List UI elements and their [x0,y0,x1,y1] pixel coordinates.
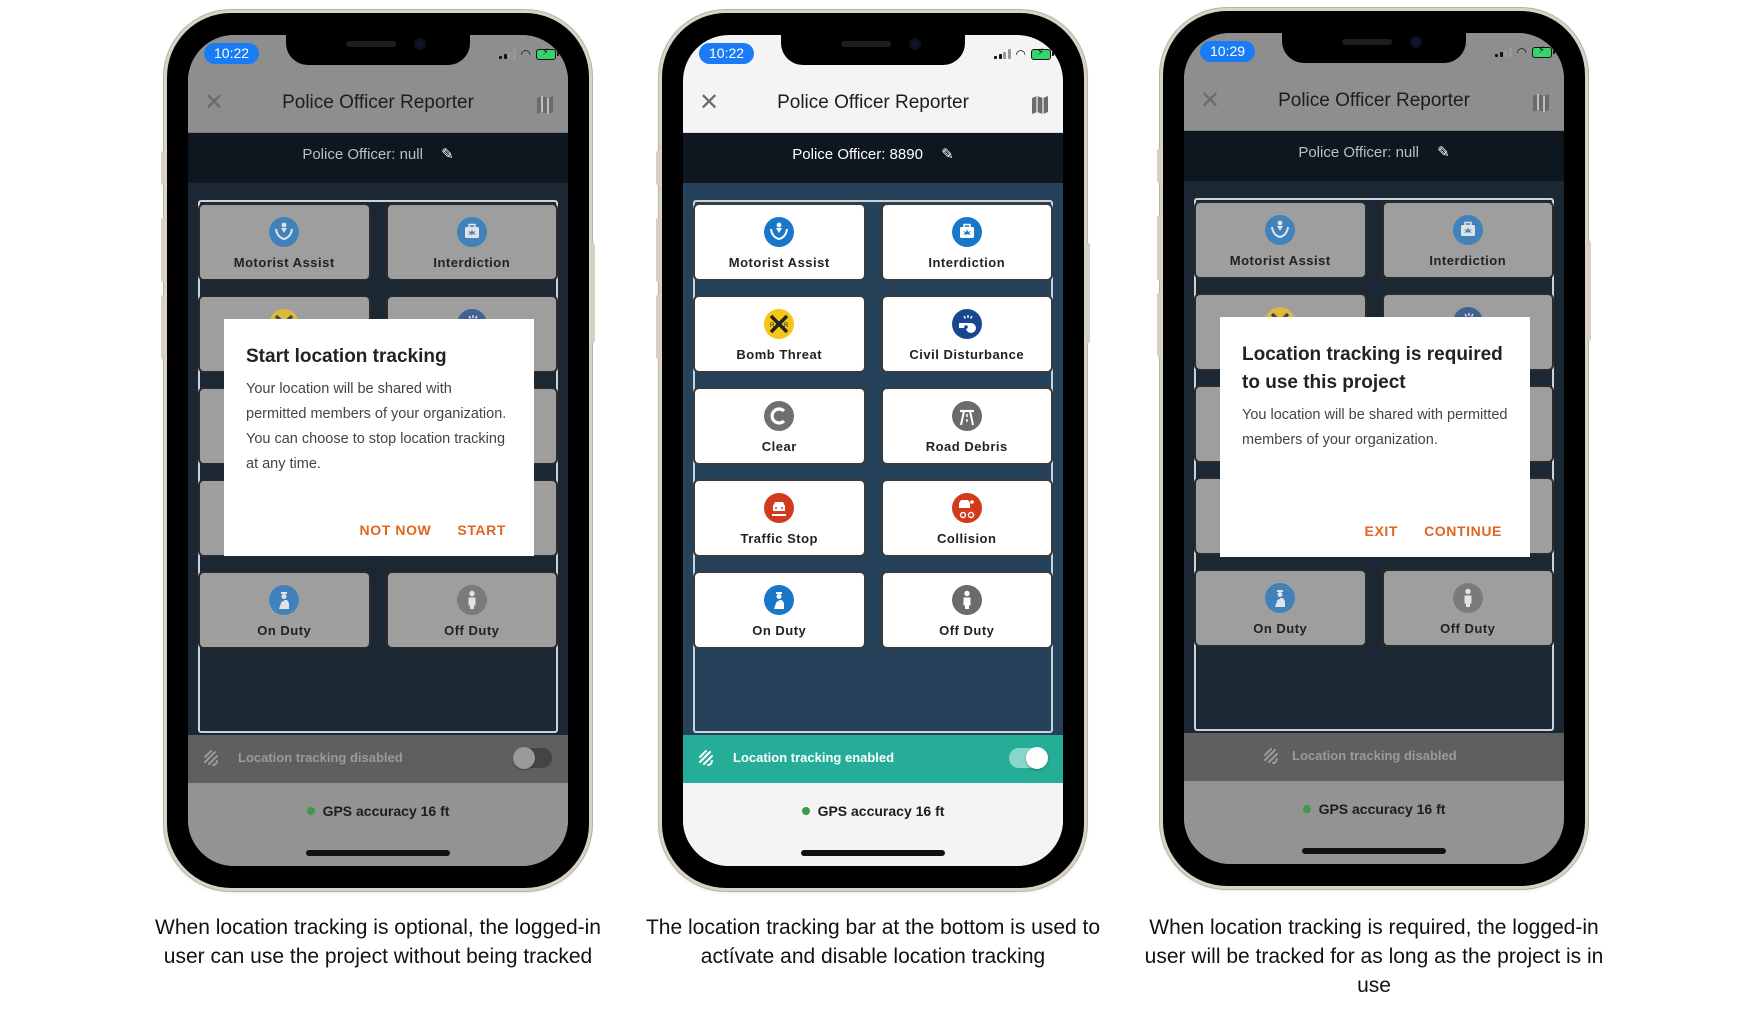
phone-mockup-1: 10:22 ◠ ⚡ ✕ Police Officer Reporter Poli… [161,13,595,888]
on-duty-officer-icon [764,585,795,615]
gps-accuracy-text: GPS accuracy 16 ft [817,803,945,819]
app-title: Police Officer Reporter [777,92,969,113]
report-type-tile-collision[interactable]: Collision [880,479,1053,557]
clear-c-icon [764,401,795,431]
wifi-icon: ◠ [1015,47,1026,61]
report-type-label: Clear [761,439,797,454]
report-type-label: Interdiction [928,255,1006,270]
railroad-crossing-icon: RR [764,309,795,339]
volume-down-button [161,295,165,359]
report-type-grid: Motorist Assist Interdiction RR Bomb Thr… [693,203,1053,649]
app-header: ✕ Police Officer Reporter [683,79,1063,133]
svg-text:R: R [784,323,789,329]
collision-icon [951,493,982,523]
battery-charging-icon: ⚡ [1031,47,1054,60]
report-type-tile-traffic-stop[interactable]: Traffic Stop [693,479,866,557]
dialog-primary-button[interactable]: CONTINUE [1424,523,1502,539]
power-button [1086,243,1090,343]
power-button [1587,241,1591,341]
report-type-tile-civil-disturbance[interactable]: Civil Disturbance [880,295,1053,373]
location-tracking-bar[interactable]: Location tracking enabled [683,735,1063,783]
location-tracking-icon [699,750,713,766]
dialog-actions: NOT NOW START [360,522,506,538]
power-button [591,243,595,343]
report-type-tile-road-debris[interactable]: Road Debris [880,387,1053,465]
caption-tracking-bar: The location tracking bar at the bottom … [645,916,1101,968]
gps-status-bar: GPS accuracy 16 ft [683,783,1063,866]
report-type-label: Collision [937,531,997,546]
gps-accuracy: GPS accuracy 16 ft [683,803,1063,819]
dialog-primary-button[interactable]: START [457,522,506,538]
location-tracking-toggle[interactable] [1009,747,1048,769]
dialog-body: Your location will be shared with permit… [246,381,507,472]
report-type-label: Traffic Stop [740,531,818,546]
dialog-secondary-button[interactable]: NOT NOW [360,522,432,538]
report-type-tile-off-duty[interactable]: Off Duty [880,571,1053,649]
phone-screen: 10:22 ◠ ⚡ ✕ Police Officer Reporter Poli… [683,35,1063,866]
motorist-assist-icon [764,217,795,247]
dialog-actions: EXIT CONTINUE [1365,523,1502,539]
cellular-signal-icon [994,49,1011,59]
report-type-label: Bomb Threat [736,347,823,362]
report-type-label: Road Debris [925,439,1008,454]
front-camera [909,38,921,50]
map-icon[interactable] [1031,95,1049,115]
home-indicator[interactable] [801,850,945,856]
notch [781,35,965,65]
dialog-body: You location will be shared with permitt… [1242,407,1508,448]
mute-switch [161,151,165,185]
officer-bar: Police Officer: 8890 ✎ [683,133,1063,183]
report-type-label: Motorist Assist [728,255,830,270]
report-type-label: On Duty [752,623,807,638]
mute-switch [1157,149,1161,183]
highway-icon [951,401,982,431]
dialog-title: Start location tracking [246,346,447,367]
phone-screen: 10:22 ◠ ⚡ ✕ Police Officer Reporter Poli… [188,35,568,866]
phone-screen: 10:29 ◠ ⚡ ✕ Police Officer Reporter Poli… [1184,33,1564,864]
svg-text:R: R [770,323,775,329]
report-type-label: Off Duty [939,623,995,638]
volume-down-button [1157,293,1161,357]
system-icons: ◠ ⚡ [994,47,1054,61]
report-type-tile-on-duty[interactable]: On Duty [693,571,866,649]
volume-up-button [161,218,165,282]
traffic-stop-icon [764,493,795,523]
report-type-tile-clear[interactable]: Clear [693,387,866,465]
report-type-tile-motorist-assist[interactable]: Motorist Assist [693,203,866,281]
phone-mockup-3: 10:29 ◠ ⚡ ✕ Police Officer Reporter Poli… [1157,11,1591,886]
whistle-icon [951,309,982,339]
interdiction-icon [951,217,982,247]
dialog-secondary-button[interactable]: EXIT [1365,523,1399,539]
location-tracking-label: Location tracking enabled [733,750,895,765]
caption-optional-tracking: When location tracking is optional, the … [155,916,601,968]
status-bar: 10:22 ◠ ⚡ [683,35,1063,79]
gps-status-dot [801,807,810,815]
volume-up-button [1157,216,1161,280]
speaker-grille [841,41,891,47]
officer-label: Police Officer: 8890 [792,146,923,163]
dialog-title: Location tracking is required to use thi… [1242,344,1503,393]
status-time: 10:22 [699,43,755,64]
caption-required-tracking: When location tracking is required, the … [1144,916,1604,997]
toggle-knob [1026,747,1048,769]
report-type-tile-bomb-threat[interactable]: RR Bomb Threat [693,295,866,373]
volume-down-button [656,295,660,359]
report-grid-area: Motorist Assist Interdiction RR Bomb Thr… [683,183,1063,735]
report-type-label: Civil Disturbance [909,347,1025,362]
location-tracking-dialog: Start location tracking Your location wi… [224,319,534,556]
edit-pencil-icon[interactable]: ✎ [941,133,954,177]
location-tracking-dialog: Location tracking is required to use thi… [1220,317,1530,557]
report-type-tile-interdiction[interactable]: Interdiction [880,203,1053,281]
off-duty-person-icon [951,585,982,615]
mute-switch [656,151,660,185]
volume-up-button [656,218,660,282]
phone-mockup-2: 10:22 ◠ ⚡ ✕ Police Officer Reporter Poli… [656,13,1090,888]
